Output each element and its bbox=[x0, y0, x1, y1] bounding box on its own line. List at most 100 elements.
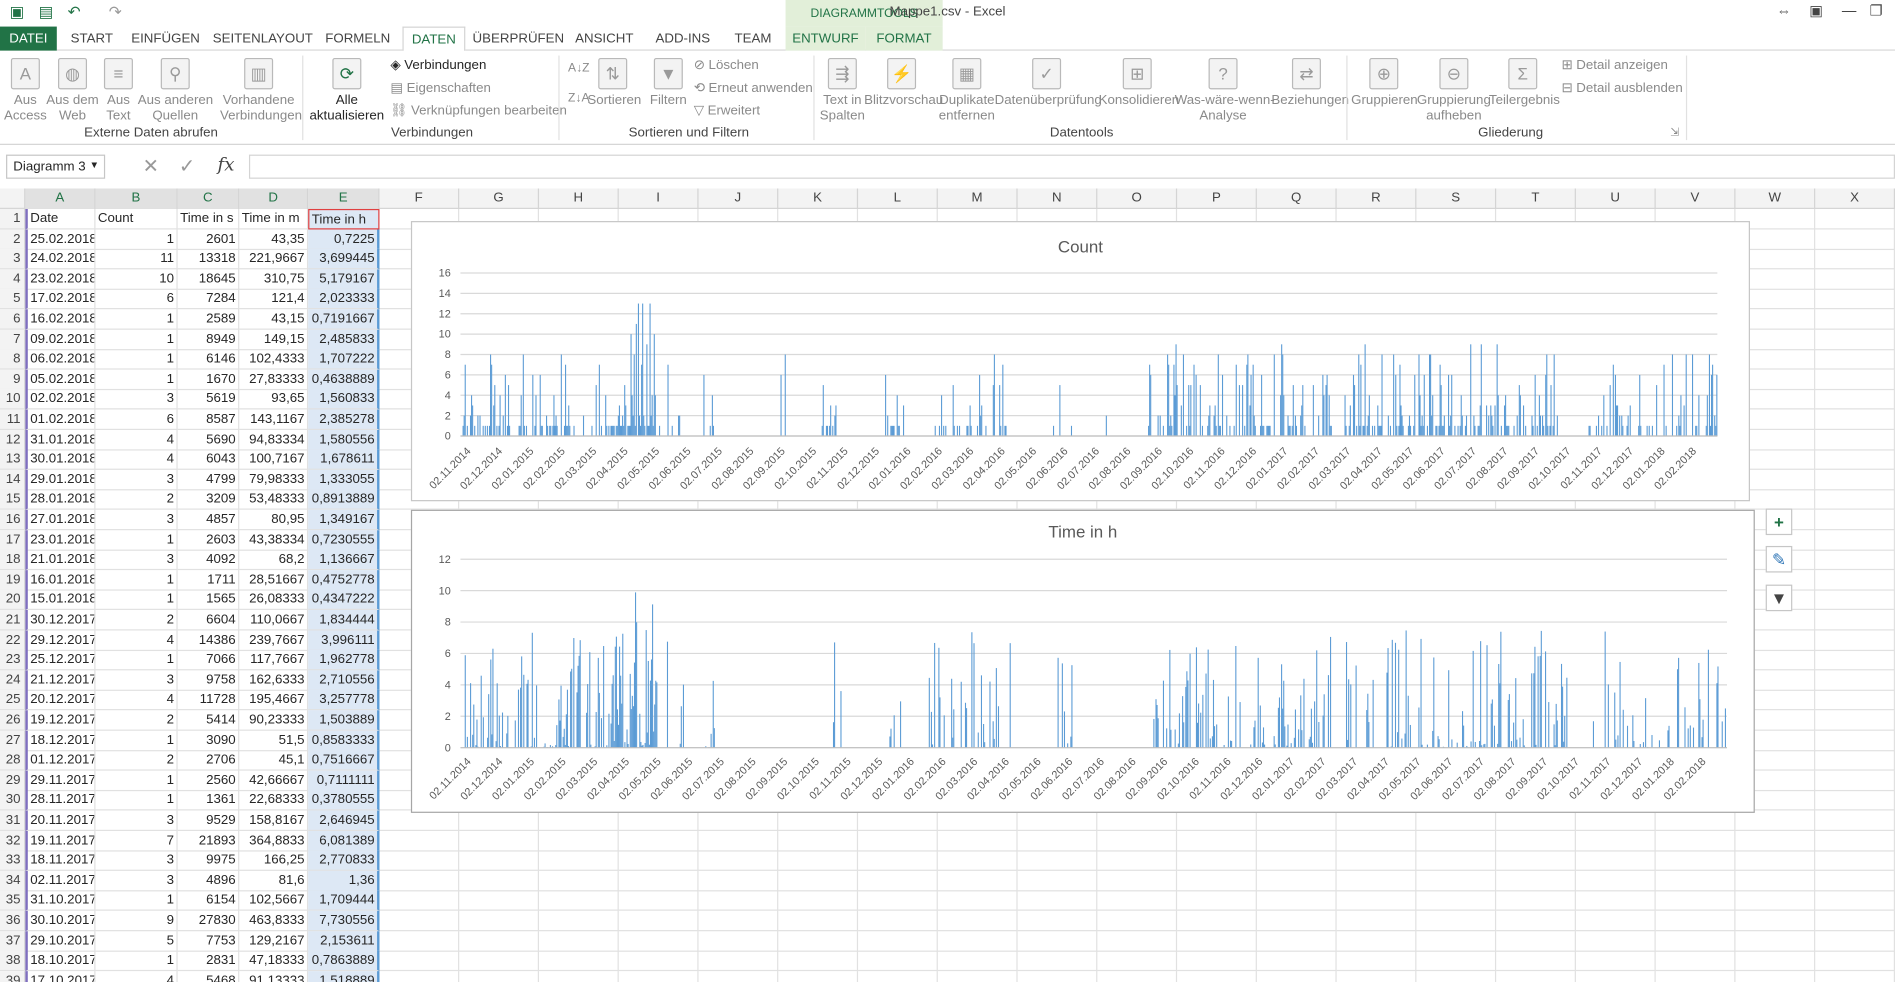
table-cell[interactable]: 1 bbox=[95, 770, 178, 791]
row-header[interactable]: 34 bbox=[0, 870, 26, 892]
table-cell[interactable]: 1 bbox=[95, 309, 178, 330]
empty-cell[interactable] bbox=[1575, 910, 1656, 932]
insert-function-icon[interactable]: fx bbox=[218, 153, 235, 175]
clear-filter-button[interactable]: ⊘ Löschen bbox=[694, 57, 759, 72]
table-cell[interactable]: 239,7667 bbox=[239, 630, 309, 651]
table-cell[interactable]: 29.12.2017 bbox=[25, 630, 96, 651]
table-cell[interactable]: 28.01.2018 bbox=[25, 489, 96, 511]
table-cell[interactable]: 1 bbox=[95, 589, 178, 611]
table-cell[interactable]: 2589 bbox=[177, 309, 240, 330]
table-cell[interactable]: 02.02.2018 bbox=[25, 389, 96, 410]
table-cell[interactable]: 01.12.2017 bbox=[25, 750, 96, 771]
table-cell[interactable]: 5414 bbox=[177, 710, 240, 731]
row-header[interactable]: 39 bbox=[0, 970, 26, 982]
empty-cell[interactable] bbox=[1256, 850, 1337, 872]
chart-elements-button[interactable]: + bbox=[1765, 508, 1793, 536]
empty-cell[interactable] bbox=[1815, 409, 1895, 431]
empty-cell[interactable] bbox=[1655, 870, 1736, 892]
table-cell[interactable]: 2601 bbox=[177, 229, 240, 250]
empty-cell[interactable] bbox=[379, 930, 460, 952]
empty-cell[interactable] bbox=[858, 950, 938, 972]
table-cell[interactable]: 1,834444 bbox=[308, 609, 380, 631]
ribbon-options-icon[interactable]: ▣ bbox=[1809, 2, 1823, 19]
empty-cell[interactable] bbox=[1815, 930, 1895, 952]
column-header-f[interactable]: F bbox=[379, 188, 460, 209]
table-cell[interactable]: 9 bbox=[95, 910, 178, 932]
empty-cell[interactable] bbox=[778, 830, 859, 852]
table-cell[interactable]: 4 bbox=[95, 449, 178, 471]
empty-cell[interactable] bbox=[1815, 489, 1895, 511]
empty-cell[interactable] bbox=[1815, 690, 1895, 711]
empty-cell[interactable] bbox=[539, 970, 619, 982]
table-cell[interactable]: 162,6333 bbox=[239, 670, 309, 691]
table-cell[interactable]: 0,7111111 bbox=[308, 770, 380, 791]
table-cell[interactable]: 45,1 bbox=[239, 750, 309, 771]
empty-cell[interactable] bbox=[1256, 950, 1337, 972]
table-cell[interactable]: 1 bbox=[95, 329, 178, 350]
from-web-button[interactable]: ◍ Aus dem Web bbox=[45, 57, 101, 124]
table-cell[interactable]: 24.02.2018 bbox=[25, 249, 96, 270]
table-cell[interactable]: 18645 bbox=[177, 269, 240, 290]
table-cell[interactable]: 0,8583333 bbox=[308, 730, 380, 751]
empty-cell[interactable] bbox=[778, 950, 859, 972]
table-cell[interactable]: 3 bbox=[95, 850, 178, 872]
enter-icon[interactable]: ✓ bbox=[179, 155, 195, 179]
table-cell[interactable]: 0,7516667 bbox=[308, 750, 380, 771]
table-cell[interactable]: 195,4667 bbox=[239, 690, 309, 711]
table-cell[interactable]: 1,707222 bbox=[308, 349, 380, 370]
empty-cell[interactable] bbox=[1815, 229, 1895, 250]
empty-cell[interactable] bbox=[1815, 449, 1895, 471]
empty-cell[interactable] bbox=[1815, 730, 1895, 751]
empty-cell[interactable] bbox=[1017, 950, 1098, 972]
empty-cell[interactable] bbox=[618, 890, 699, 912]
table-cell[interactable]: 29.10.2017 bbox=[25, 930, 96, 952]
table-cell[interactable]: 06.02.2018 bbox=[25, 349, 96, 370]
empty-cell[interactable] bbox=[1735, 850, 1816, 872]
table-cell[interactable]: 91,13333 bbox=[239, 970, 309, 982]
empty-cell[interactable] bbox=[1815, 529, 1895, 551]
header-cell[interactable]: Time in s bbox=[177, 208, 240, 230]
row-header[interactable]: 23 bbox=[0, 650, 26, 671]
tab-daten[interactable]: DATEN bbox=[402, 26, 466, 52]
table-cell[interactable]: 27,83333 bbox=[239, 369, 309, 390]
row-header[interactable]: 10 bbox=[0, 389, 26, 410]
from-other-sources-button[interactable]: ⚲ Aus anderen Quellen bbox=[138, 57, 213, 124]
table-cell[interactable]: 31.01.2018 bbox=[25, 429, 96, 451]
column-header-m[interactable]: M bbox=[938, 188, 1018, 209]
table-cell[interactable]: 1 bbox=[95, 730, 178, 751]
empty-cell[interactable] bbox=[379, 870, 460, 892]
table-cell[interactable]: 1 bbox=[95, 229, 178, 250]
table-cell[interactable]: 0,7863889 bbox=[308, 950, 380, 972]
tab-format[interactable]: FORMAT bbox=[865, 26, 943, 51]
table-cell[interactable]: 8949 bbox=[177, 329, 240, 350]
sort-za-icon[interactable]: Z↓A bbox=[568, 92, 589, 105]
empty-cell[interactable] bbox=[1815, 289, 1895, 310]
empty-cell[interactable] bbox=[1815, 549, 1895, 571]
empty-cell[interactable] bbox=[1496, 950, 1576, 972]
table-cell[interactable]: 8587 bbox=[177, 409, 240, 431]
empty-cell[interactable] bbox=[858, 870, 938, 892]
empty-cell[interactable] bbox=[1416, 890, 1497, 912]
properties-button[interactable]: ▤ Eigenschaften bbox=[390, 80, 491, 95]
column-header-d[interactable]: D bbox=[239, 188, 309, 209]
empty-cell[interactable] bbox=[699, 970, 779, 982]
table-cell[interactable]: 1,962778 bbox=[308, 650, 380, 671]
table-cell[interactable]: 3 bbox=[95, 469, 178, 491]
empty-cell[interactable] bbox=[1336, 870, 1417, 892]
empty-cell[interactable] bbox=[618, 870, 699, 892]
table-cell[interactable]: 1,518889 bbox=[308, 970, 380, 982]
flash-fill-button[interactable]: ⚡ Blitzvorschau bbox=[864, 57, 943, 109]
empty-cell[interactable] bbox=[1017, 930, 1098, 952]
empty-cell[interactable] bbox=[379, 910, 460, 932]
empty-cell[interactable] bbox=[539, 890, 619, 912]
table-cell[interactable]: 20.12.2017 bbox=[25, 690, 96, 711]
empty-cell[interactable] bbox=[1496, 850, 1576, 872]
table-cell[interactable]: 102,5667 bbox=[239, 890, 309, 912]
empty-cell[interactable] bbox=[1815, 670, 1895, 691]
tab-seitenlayout[interactable]: SEITENLAYOUT bbox=[213, 27, 313, 51]
empty-cell[interactable] bbox=[1735, 930, 1816, 952]
empty-cell[interactable] bbox=[1655, 950, 1736, 972]
empty-cell[interactable] bbox=[1575, 870, 1656, 892]
table-cell[interactable]: 2 bbox=[95, 710, 178, 731]
empty-cell[interactable] bbox=[1177, 970, 1257, 982]
